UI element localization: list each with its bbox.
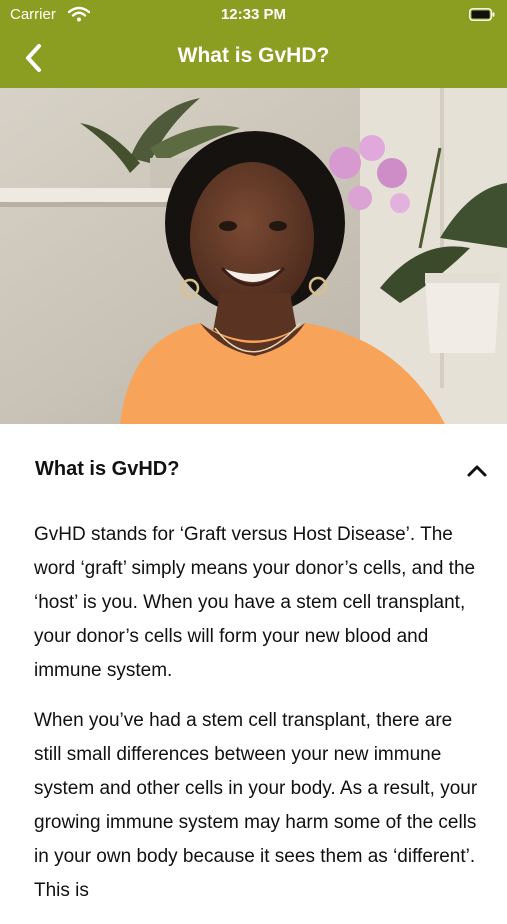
status-time: 12:33 PM: [220, 6, 287, 23]
page-title: What is GvHD?: [177, 44, 330, 67]
hero-image: [0, 88, 507, 424]
battery-icon: [469, 8, 495, 21]
navigation-bar: What is GvHD?: [0, 30, 507, 88]
paragraph: GvHD stands for ‘Graft versus Host Disea…: [34, 524, 476, 681]
app-header: Carrier 12:33 PM What is GvHD?: [0, 0, 507, 88]
section-title: What is GvHD?: [35, 458, 180, 480]
accordion-header[interactable]: What is GvHD?: [0, 440, 507, 500]
paragraph: When you’ve had a stem cell transplant, …: [34, 710, 478, 901]
status-bar: Carrier 12:33 PM: [0, 0, 507, 30]
section-body: GvHD stands for ‘Graft versus Host Disea…: [34, 518, 484, 924]
chevron-up-icon[interactable]: [465, 458, 489, 482]
woman-portrait-image: [0, 88, 507, 424]
